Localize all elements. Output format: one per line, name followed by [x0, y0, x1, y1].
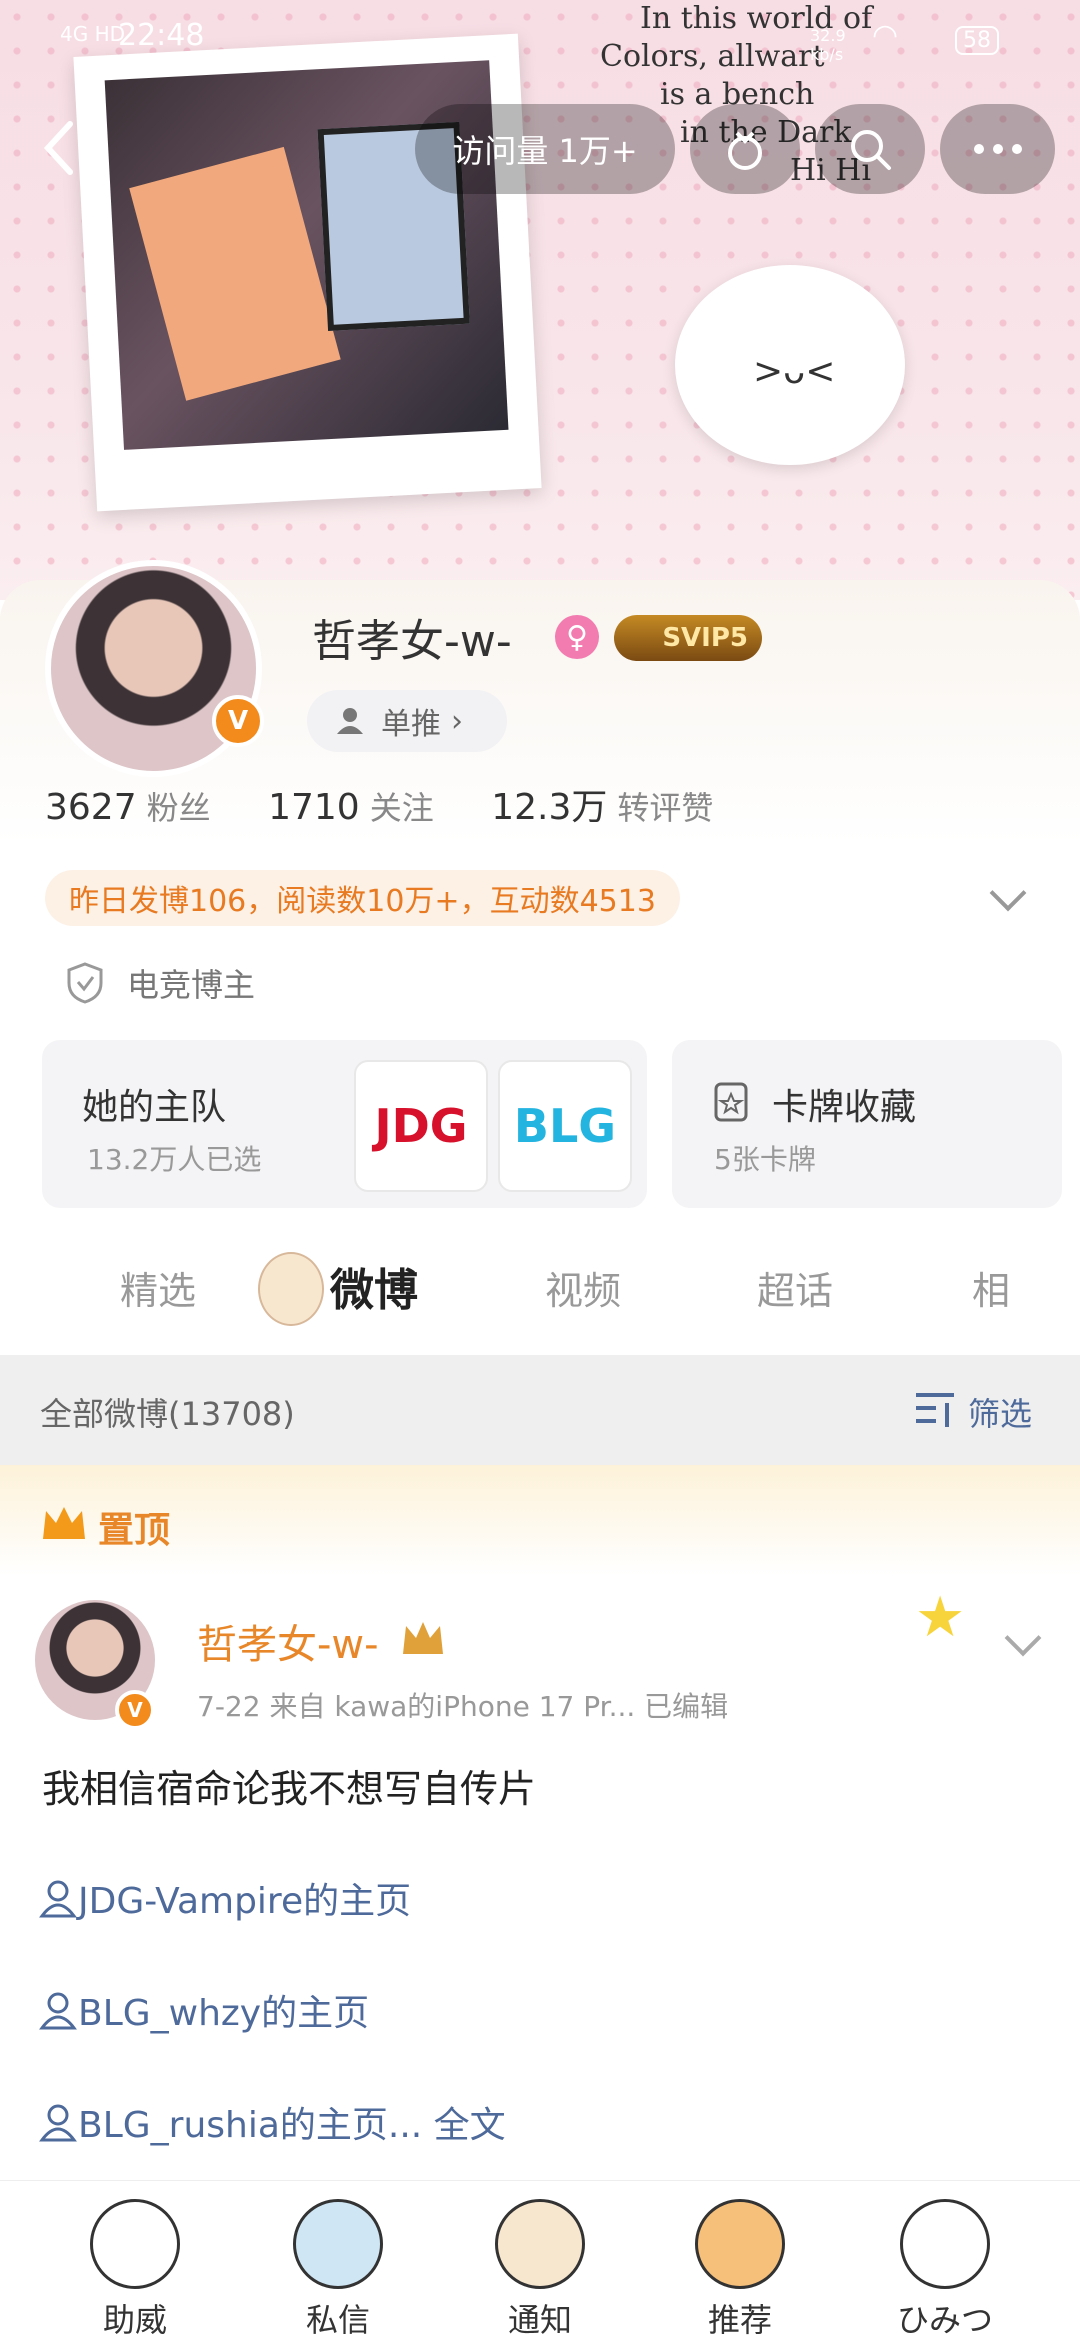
back-arrow-icon [43, 121, 73, 175]
user-link-icon [39, 1880, 77, 1918]
status-pill-label: 单推 [381, 707, 441, 742]
visit-count[interactable]: 访问量 1万+ [415, 104, 675, 194]
person-icon [337, 708, 363, 734]
post-link[interactable]: BLG_rushia的主页... 全文 [38, 2096, 506, 2148]
shield-icon [67, 962, 103, 1004]
fans-count[interactable]: 3627 [45, 787, 137, 828]
crown-icon [43, 1507, 85, 1539]
nav-secret-label: ひみつ [896, 2301, 993, 2339]
status-bar: 4G HD 22:48 32.9 kb/s ◠ 58 [0, 0, 1080, 80]
svip-badge[interactable]: SVIP5 [614, 615, 762, 661]
search-button[interactable] [815, 104, 925, 194]
status-pill[interactable]: 单推 › [307, 690, 507, 752]
card-collection-count: 5张卡牌 [714, 1143, 816, 1176]
gift-button[interactable] [690, 104, 800, 194]
filter-button[interactable]: 筛选 [968, 1389, 1032, 1435]
tab-albums[interactable]: 相 [972, 1260, 1010, 1315]
rabbit-icon [495, 2199, 585, 2289]
fans-label: 粉丝 [146, 789, 211, 827]
home-team-count: 13.2万人已选 [87, 1143, 262, 1176]
blg-logo[interactable]: BLG [498, 1060, 632, 1192]
battery: 58 [955, 26, 999, 55]
nav-recommend-label: 推荐 [707, 2301, 772, 2339]
handwriting-line: is a bench [660, 77, 815, 112]
pinned-header: 置顶 [0, 1465, 1080, 1575]
cat-sticker: >ᴗ< [675, 265, 905, 465]
user-link-icon [39, 2104, 77, 2142]
bottom-nav: 助威 私信 通知 推荐 ひみつ [0, 2180, 1080, 2341]
following-count[interactable]: 1710 [268, 787, 360, 828]
certification-label: 电竞博主 [127, 966, 256, 1004]
tab-videos[interactable]: 视频 [545, 1260, 621, 1315]
nav-cheer[interactable]: 助威 [55, 2181, 215, 2341]
post-verified-badge: V [115, 1690, 155, 1730]
content-tabs: 精选 微博 视频 超话 相 [0, 1240, 1080, 1350]
nav-messages-label: 私信 [305, 2301, 370, 2339]
tab-active-mascot [258, 1252, 324, 1326]
crown-badge-icon [403, 1622, 443, 1654]
likes-count[interactable]: 12.3万 [491, 787, 607, 828]
chevron-right-icon: › [451, 703, 463, 739]
star-sticker: ★ [915, 1585, 966, 1650]
clock: 22:48 [118, 18, 205, 53]
post-link[interactable]: BLG_whzy的主页 [38, 1984, 369, 2036]
post-meta: 7-22 来自 kawa的iPhone 17 Pr... 已编辑 [197, 1690, 729, 1723]
certification: 电竞博主 [65, 960, 255, 1006]
jdg-logo[interactable]: JDG [354, 1060, 488, 1192]
likes-label: 转评赞 [617, 789, 714, 827]
back-button[interactable] [40, 118, 90, 178]
filter-bar: 全部微博(13708) 筛选 [0, 1355, 1080, 1465]
search-icon [851, 130, 891, 170]
post-link-label: BLG_rushia的主页... 全文 [78, 2105, 506, 2146]
filter-icon [916, 1393, 954, 1427]
post-link-label: JDG-Vampire的主页 [78, 1881, 412, 1922]
tab-super-topic[interactable]: 超话 [757, 1260, 833, 1315]
post-link[interactable]: JDG-Vampire的主页 [38, 1872, 411, 1924]
card-collection-title: 卡牌收藏 [772, 1087, 917, 1128]
bear-icon [90, 2199, 180, 2289]
profile-stats: 3627 粉丝 1710 关注 12.3万 转评赞 [45, 778, 759, 830]
user-link-icon [39, 1992, 77, 2030]
nav-notifications[interactable]: 通知 [460, 2181, 620, 2341]
home-team-title: 她的主队 [82, 1087, 227, 1128]
hamster-icon [900, 2199, 990, 2289]
nav-messages[interactable]: 私信 [258, 2181, 418, 2341]
card-icon [714, 1082, 748, 1122]
post-author-name[interactable]: 哲孝女-w- [197, 1612, 379, 1670]
card-collection[interactable]: 卡牌收藏 5张卡牌 [672, 1040, 1062, 1208]
cat-icon [293, 2199, 383, 2289]
all-posts-count: 全部微博(13708) [40, 1395, 295, 1433]
following-label: 关注 [369, 789, 434, 827]
pinned-label: 置顶 [98, 1510, 171, 1551]
tab-weibo[interactable]: 微博 [330, 1254, 418, 1318]
home-team-card[interactable]: 她的主队 13.2万人已选 JDG BLG [42, 1040, 647, 1208]
gift-icon [728, 131, 762, 170]
nav-recommend[interactable]: 推荐 [660, 2181, 820, 2341]
post-link-label: BLG_whzy的主页 [78, 1993, 370, 2034]
post-text: 我相信宿命论我不想写自传片 [42, 1767, 537, 1811]
daily-summary[interactable]: 昨日发博106，阅读数10万+，互动数4513 [45, 870, 680, 926]
profile-name: 哲孝女-w- [312, 616, 512, 667]
female-icon: ♀ [555, 615, 599, 659]
nav-secret[interactable]: ひみつ [865, 2181, 1025, 2341]
network-indicator: 4G HD [60, 22, 126, 46]
wifi-icon: ◠ [872, 18, 899, 53]
net-speed: 32.9 kb/s [810, 26, 846, 64]
photo-card [129, 146, 341, 401]
more-button[interactable] [940, 104, 1055, 194]
tab-featured[interactable]: 精选 [120, 1260, 196, 1315]
verified-badge: V [212, 695, 264, 747]
nav-cheer-label: 助威 [102, 2301, 167, 2339]
more-icon [973, 144, 1022, 154]
nav-notifications-label: 通知 [507, 2301, 572, 2339]
bun-icon [695, 2199, 785, 2289]
